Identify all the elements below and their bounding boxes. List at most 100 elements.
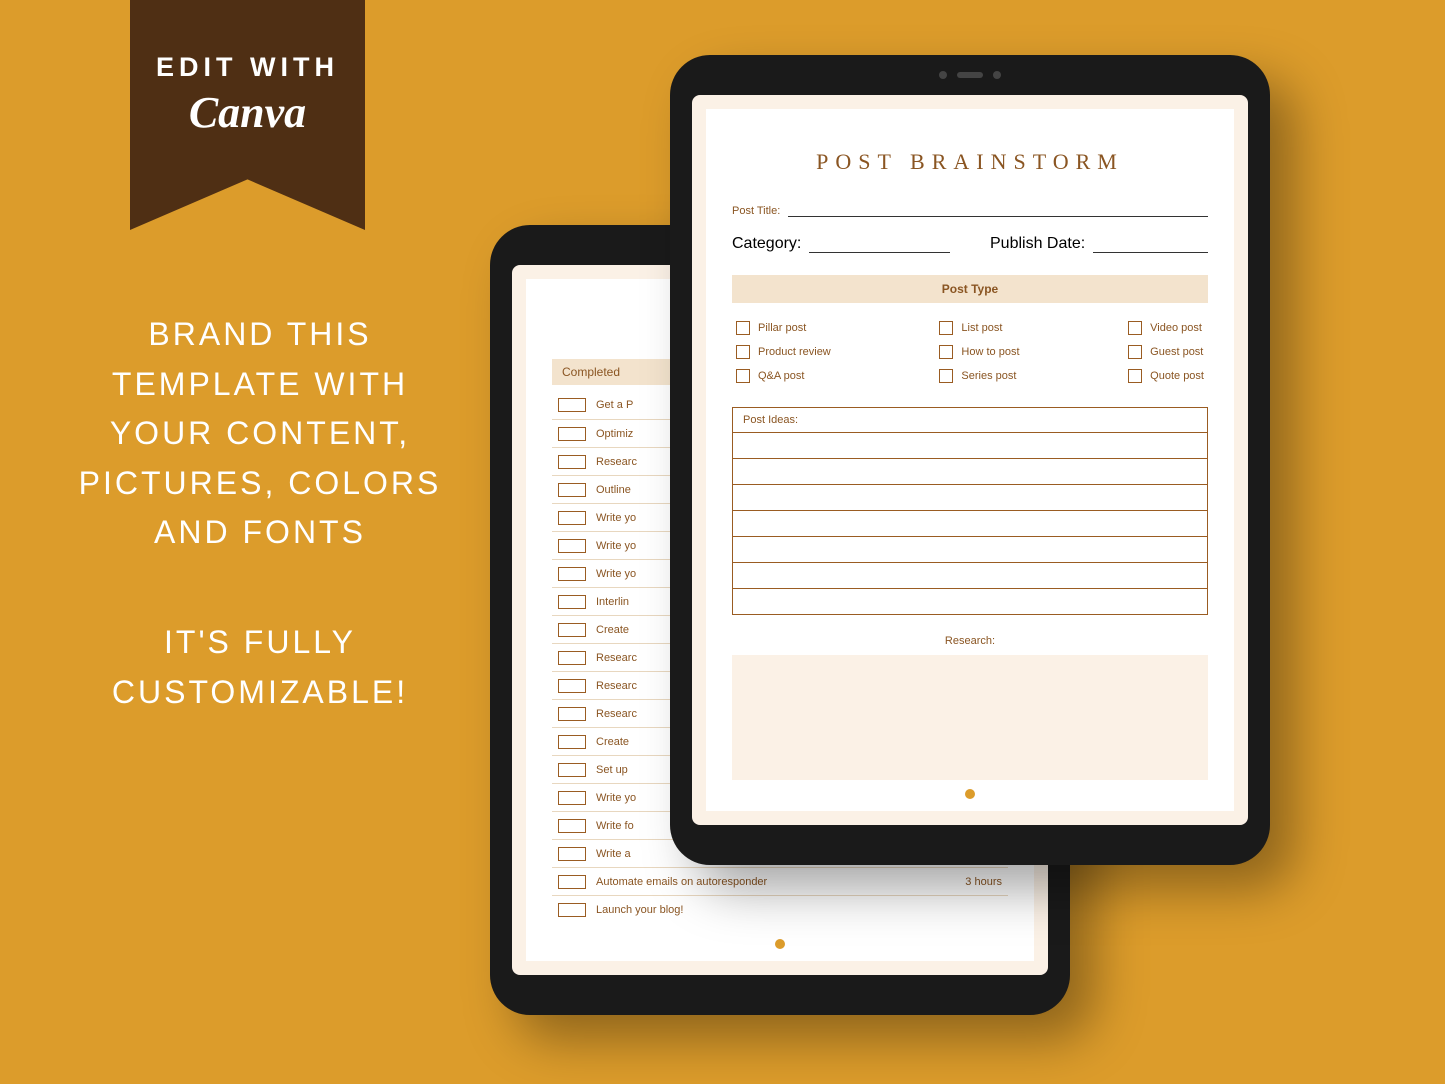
- check-item-label: Series post: [961, 370, 1016, 382]
- ribbon-line1: EDIT WITH: [156, 52, 339, 83]
- back-row-label: Interlin: [596, 596, 629, 608]
- page-indicator-icon: [965, 789, 975, 799]
- page-indicator-icon: [775, 939, 785, 949]
- category-label: Category:: [732, 235, 801, 253]
- checkbox-icon: [1128, 369, 1142, 383]
- ideas-row: [733, 458, 1207, 484]
- checkbox-icon: [558, 651, 586, 665]
- checkbox-icon: [558, 707, 586, 721]
- edit-with-canva-ribbon: EDIT WITH Canva: [130, 0, 365, 230]
- checkbox-icon: [558, 539, 586, 553]
- ideas-row: [733, 562, 1207, 588]
- checkbox-icon: [558, 791, 586, 805]
- check-col-1: Pillar post Product review Q&A post: [736, 321, 831, 383]
- checkbox-icon: [558, 595, 586, 609]
- check-item: Video post: [1128, 321, 1204, 335]
- back-table-row: Automate emails on autoresponder3 hours: [552, 867, 1008, 895]
- checkbox-icon: [558, 398, 586, 412]
- checkbox-icon: [939, 345, 953, 359]
- check-item: Product review: [736, 345, 831, 359]
- checkbox-icon: [1128, 345, 1142, 359]
- ideas-row: [733, 536, 1207, 562]
- post-type-bar: Post Type: [732, 275, 1208, 303]
- checkbox-icon: [736, 321, 750, 335]
- checkbox-icon: [558, 427, 586, 441]
- checkbox-icon: [558, 623, 586, 637]
- checkbox-icon: [558, 819, 586, 833]
- ideas-row: [733, 510, 1207, 536]
- back-row-label: Write yo: [596, 540, 636, 552]
- back-row-label: Researc: [596, 708, 637, 720]
- post-title-label: Post Title:: [732, 205, 780, 217]
- back-row-label: Launch your blog!: [596, 904, 683, 916]
- back-row-label: Researc: [596, 680, 637, 692]
- check-item: How to post: [939, 345, 1019, 359]
- research-box: [732, 655, 1208, 780]
- back-row-hours: 3 hours: [965, 876, 1002, 888]
- post-type-checks: Pillar post Product review Q&A post List p…: [732, 321, 1208, 383]
- checkbox-icon: [558, 455, 586, 469]
- back-row-label: Researc: [596, 652, 637, 664]
- category-line: [809, 241, 950, 253]
- back-row-label: Write yo: [596, 792, 636, 804]
- check-item: Guest post: [1128, 345, 1204, 359]
- check-item: Q&A post: [736, 369, 831, 383]
- post-ideas-box: Post Ideas:: [732, 407, 1208, 615]
- check-item: Quote post: [1128, 369, 1204, 383]
- checkbox-icon: [558, 875, 586, 889]
- research-label: Research:: [732, 635, 1208, 647]
- back-row-label: Optimiz: [596, 428, 633, 440]
- check-item: List post: [939, 321, 1019, 335]
- checkbox-icon: [558, 567, 586, 581]
- check-item-label: Product review: [758, 346, 831, 358]
- checkbox-icon: [736, 369, 750, 383]
- checkbox-icon: [558, 903, 586, 917]
- marketing-p2: IT'S FULLY CUSTOMIZABLE!: [60, 618, 460, 717]
- checkbox-icon: [1128, 321, 1142, 335]
- post-title-line: [788, 205, 1208, 217]
- checkbox-icon: [558, 511, 586, 525]
- back-row-label: Create: [596, 624, 629, 636]
- back-table-row: Launch your blog!: [552, 895, 1008, 923]
- back-row-label: Researc: [596, 456, 637, 468]
- check-item-label: Video post: [1150, 322, 1202, 334]
- check-item-label: Quote post: [1150, 370, 1204, 382]
- back-row-label: Write a: [596, 848, 631, 860]
- check-item-label: List post: [961, 322, 1002, 334]
- checkbox-icon: [558, 763, 586, 777]
- tablet-camera-icon: [939, 71, 1001, 79]
- tablet-front: POST BRAINSTORM Post Title: Category: Pu…: [670, 55, 1270, 865]
- check-item: Series post: [939, 369, 1019, 383]
- back-row-label: Write yo: [596, 512, 636, 524]
- checkbox-icon: [558, 847, 586, 861]
- checkbox-icon: [939, 369, 953, 383]
- ribbon-line2: Canva: [189, 87, 306, 138]
- check-item-label: Q&A post: [758, 370, 804, 382]
- check-col-2: List post How to post Series post: [939, 321, 1019, 383]
- back-row-label: Get a P: [596, 399, 633, 411]
- publish-date-label: Publish Date:: [990, 235, 1085, 253]
- ideas-row: [733, 484, 1207, 510]
- publish-date-line: [1093, 241, 1208, 253]
- check-item-label: Pillar post: [758, 322, 806, 334]
- ideas-row: [733, 432, 1207, 458]
- post-title-field: Post Title:: [732, 205, 1208, 217]
- back-row-label: Write yo: [596, 568, 636, 580]
- marketing-copy: BRAND THIS TEMPLATE WITH YOUR CONTENT, P…: [60, 310, 460, 717]
- back-row-label: Outline: [596, 484, 631, 496]
- tablet-front-screen: POST BRAINSTORM Post Title: Category: Pu…: [692, 95, 1248, 825]
- checkbox-icon: [939, 321, 953, 335]
- front-page-title: POST BRAINSTORM: [732, 149, 1208, 175]
- checkbox-icon: [558, 679, 586, 693]
- back-row-label: Set up: [596, 764, 628, 776]
- category-publish-row: Category: Publish Date:: [732, 235, 1208, 253]
- ideas-row: [733, 588, 1207, 614]
- check-col-3: Video post Guest post Quote post: [1128, 321, 1204, 383]
- check-item-label: How to post: [961, 346, 1019, 358]
- checkbox-icon: [558, 735, 586, 749]
- back-row-label: Create: [596, 736, 629, 748]
- check-item-label: Guest post: [1150, 346, 1203, 358]
- checkbox-icon: [558, 483, 586, 497]
- post-ideas-label: Post Ideas:: [733, 408, 1207, 432]
- front-document: POST BRAINSTORM Post Title: Category: Pu…: [706, 109, 1234, 811]
